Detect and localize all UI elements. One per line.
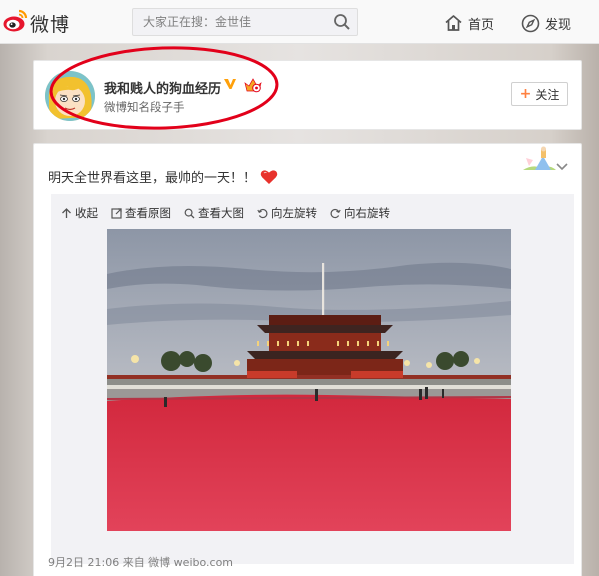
search-input[interactable] — [133, 9, 323, 35]
nav-discover[interactable]: 发现 — [521, 12, 571, 34]
profile-bio: 微博知名段子手 — [104, 100, 185, 114]
profile-card: 我和贱人的狗血经历 微博知名段子手 + 关注 — [33, 60, 582, 130]
view-original-icon — [111, 207, 122, 219]
heart-icon — [260, 169, 278, 184]
verified-v-icon — [224, 79, 236, 89]
tiananmen-photo — [107, 229, 511, 531]
post-card: 明天全世界看这里，最帅的一天！！ 收起 查看原图 查看大图 向左旋转 向右旋转 … — [33, 143, 582, 576]
follow-plus-icon: + — [519, 86, 532, 102]
media-box: 收起 查看原图 查看大图 向左旋转 向右旋转 — [51, 194, 574, 564]
rotate-right-label: 向右旋转 — [344, 206, 390, 220]
chevron-down-icon[interactable] — [555, 162, 569, 172]
post-text: 明天全世界看这里，最帅的一天！！ — [48, 167, 278, 186]
view-original-button[interactable]: 查看原图 — [111, 205, 171, 221]
search-box — [132, 8, 358, 36]
weibo-logo-icon — [3, 9, 28, 32]
rotate-right-icon — [330, 208, 341, 218]
level-crown-icon[interactable] — [244, 77, 262, 93]
post-meta: 9月2日 21:06 来自 微博 weibo.com — [48, 556, 234, 569]
follow-label: 关注 — [535, 87, 560, 102]
follow-button[interactable]: + 关注 — [511, 82, 568, 106]
profile-name[interactable]: 我和贱人的狗血经历 — [104, 78, 221, 97]
weibo-logo[interactable]: 微博 — [0, 6, 80, 38]
collapse-up-icon — [62, 207, 71, 218]
view-large-label: 查看大图 — [198, 206, 244, 220]
avatar-illustration — [45, 71, 95, 121]
nav-discover-label: 发现 — [545, 17, 572, 33]
magnifier-icon — [184, 208, 195, 218]
top-nav-bar: 微博 首页 发现 — [0, 0, 599, 44]
compass-icon — [521, 14, 540, 32]
post-photo[interactable] — [107, 229, 511, 531]
view-original-label: 查看原图 — [125, 206, 171, 220]
nav-home[interactable]: 首页 — [444, 12, 494, 34]
home-icon — [445, 15, 462, 31]
logo-text: 微博 — [30, 14, 71, 36]
rotate-left-icon — [257, 208, 268, 218]
media-toolbar: 收起 查看原图 查看大图 向左旋转 向右旋转 — [61, 204, 403, 222]
rotate-left-button[interactable]: 向左旋转 — [257, 205, 317, 221]
collapse-label: 收起 — [75, 206, 98, 220]
collapse-button[interactable]: 收起 — [61, 205, 98, 221]
view-large-button[interactable]: 查看大图 — [184, 205, 244, 221]
search-icon[interactable] — [333, 13, 351, 31]
avatar[interactable] — [45, 71, 95, 121]
rotate-left-label: 向左旋转 — [271, 206, 317, 220]
decoration-icon — [523, 146, 556, 170]
nav-home-label: 首页 — [468, 17, 495, 33]
rotate-right-button[interactable]: 向右旋转 — [330, 205, 390, 221]
post-text-content: 明天全世界看这里，最帅的一天！！ — [48, 171, 257, 186]
